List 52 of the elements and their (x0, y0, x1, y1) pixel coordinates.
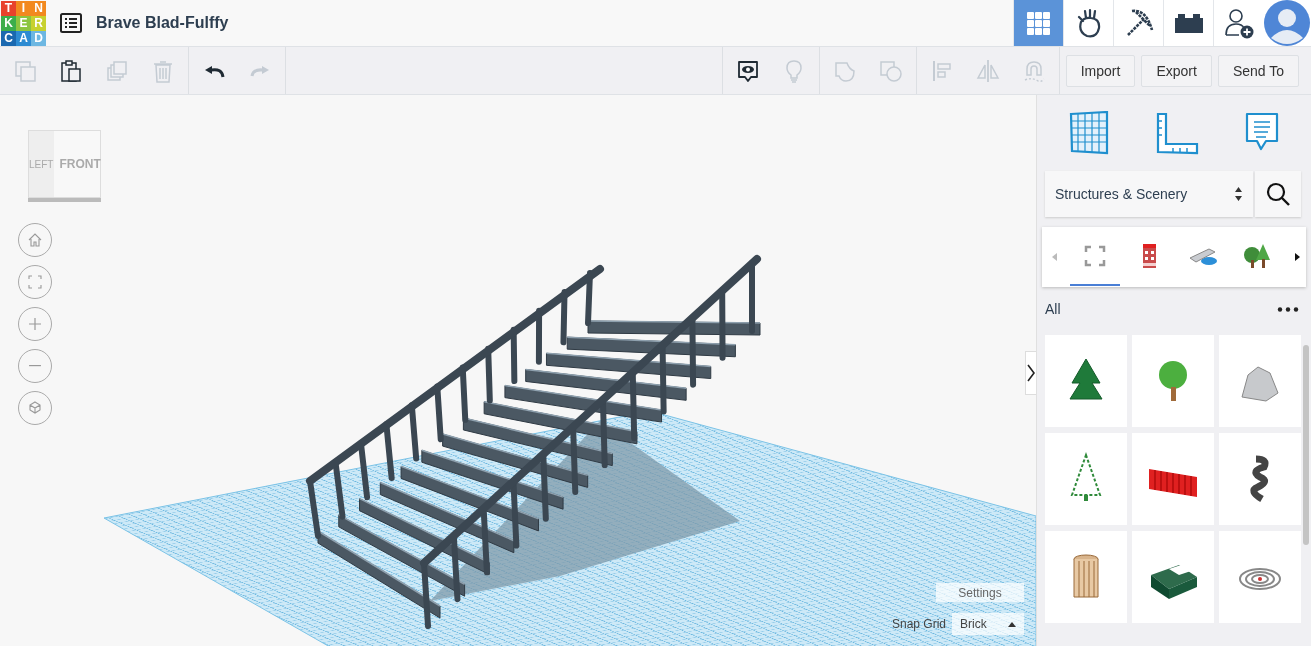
mirror-icon (975, 58, 1000, 83)
zoom-in-button[interactable] (18, 307, 52, 341)
delete-icon (151, 58, 175, 83)
scroll-right-icon[interactable] (1295, 253, 1300, 261)
scroll-left-icon[interactable] (1052, 253, 1057, 261)
coil-shape[interactable] (1219, 531, 1301, 623)
snowy-tree-shape[interactable] (1045, 433, 1127, 525)
scrollbar[interactable] (1303, 345, 1309, 545)
category-dropdown[interactable]: Structures & Scenery (1045, 171, 1253, 217)
workplane-grid-icon[interactable] (1067, 111, 1110, 155)
list-icon[interactable] (60, 13, 82, 33)
pine-tree-shape[interactable] (1045, 335, 1127, 427)
tower-shape[interactable] (1045, 531, 1127, 623)
settings-button[interactable]: Settings (936, 583, 1024, 602)
show-all-icon (735, 58, 760, 83)
logo-letter[interactable]: T (1, 0, 16, 16)
toolbar-button[interactable]: Send To (1217, 54, 1299, 87)
add-user-button[interactable] (1213, 0, 1263, 46)
more-icon[interactable] (1277, 306, 1299, 312)
pickaxe-button[interactable] (1113, 0, 1163, 46)
toolbar-button[interactable]: Import (1065, 54, 1136, 87)
avatar[interactable] (1263, 0, 1311, 46)
bed-shape[interactable] (1132, 531, 1214, 623)
brick-icon (1174, 13, 1203, 33)
fit-view-button[interactable] (18, 265, 52, 299)
search-button[interactable] (1255, 171, 1301, 217)
fence-shape[interactable] (1132, 433, 1214, 525)
caret-icon (1008, 621, 1016, 627)
zoom-out-button[interactable] (18, 349, 52, 383)
paste-icon (59, 58, 83, 83)
sort-arrows-icon (1234, 186, 1243, 202)
project-title[interactable]: Brave Blad-Fulffy (96, 14, 229, 32)
logo-letter[interactable]: I (16, 0, 31, 16)
toolbar-button[interactable]: Export (1141, 54, 1212, 87)
logo-letter[interactable]: N (31, 0, 46, 16)
ungroup-icon (878, 58, 903, 83)
copy-icon (13, 58, 37, 83)
ruler-icon[interactable] (1155, 111, 1199, 155)
spiral-shape[interactable] (1219, 433, 1301, 525)
cube-view-button[interactable] (18, 391, 52, 425)
hand-button[interactable] (1063, 0, 1113, 46)
brick-button[interactable] (1163, 0, 1213, 46)
snap-grid-label: Snap Grid (891, 617, 946, 631)
home-button[interactable] (18, 223, 52, 257)
round-tree-shape[interactable] (1132, 335, 1214, 427)
search-icon (1266, 182, 1290, 206)
section-title: All (1045, 301, 1061, 317)
snap-grid-dropdown[interactable]: Brick (952, 613, 1024, 635)
collapse-panel-icon[interactable] (1025, 351, 1036, 395)
duplicate-icon (105, 58, 129, 83)
add-user-icon (1223, 7, 1254, 39)
grid-icon (1027, 11, 1050, 35)
